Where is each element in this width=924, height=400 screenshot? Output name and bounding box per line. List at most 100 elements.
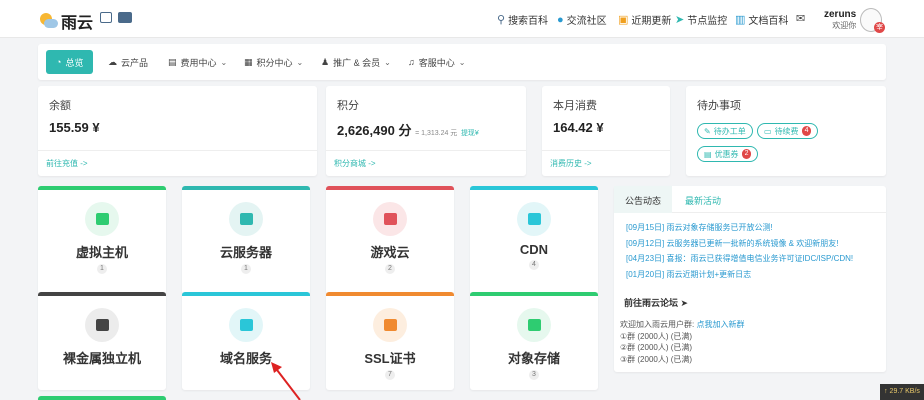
pen-icon: ✎: [704, 126, 711, 136]
balance-label: 余额: [49, 100, 71, 112]
product-title: 云服务器: [219, 245, 272, 260]
todo-label: 待续费: [774, 126, 799, 136]
nav-mail[interactable]: ✉: [796, 12, 805, 25]
book-icon: ▥: [735, 14, 746, 26]
chevron-down-icon: ⌄: [458, 57, 466, 67]
forum-title-text: 前往雨云论坛: [624, 298, 679, 308]
product-title: 虚拟主机: [75, 245, 128, 260]
product-title: 对象存储: [507, 351, 560, 366]
database-icon: [85, 202, 119, 236]
gamepad-icon: [373, 202, 407, 236]
recharge-link[interactable]: 前往充值 ->: [38, 150, 317, 176]
window-icon[interactable]: [100, 12, 112, 23]
product-title: CDN: [519, 242, 549, 257]
news-item[interactable]: [04月23日] 喜报：雨云已获得增值电信业务许可证IDC/ISP/CDN!: [626, 253, 853, 264]
product-card-3[interactable]: CDN 4: [470, 186, 598, 294]
product-card-1[interactable]: 云服务器 1: [182, 186, 310, 294]
product-count: 1: [97, 264, 107, 274]
product-count: 4: [529, 260, 539, 270]
product-card-0[interactable]: 虚拟主机 1: [38, 186, 166, 294]
todo-count-badge: 4: [801, 126, 812, 136]
product-title: 裸金属独立机: [62, 351, 141, 366]
network-icon: [517, 202, 551, 236]
product-title: SSL证书: [364, 351, 416, 366]
points-mall-link[interactable]: 积分商城 ->: [326, 150, 526, 176]
todo-label: 待办工单: [713, 126, 746, 136]
menu-item-3[interactable]: ▦ 积分中心 ⌄: [244, 50, 303, 74]
icon-glyph: [239, 213, 253, 225]
icon-glyph: [383, 319, 397, 331]
weather-logo-icon: [38, 13, 58, 29]
tab-announcements[interactable]: 公告动态: [614, 186, 672, 213]
drop-icon: ●: [557, 13, 564, 26]
news-tabs: 公告动态 最新活动: [614, 186, 886, 213]
cube-icon: [229, 202, 263, 236]
menu-label: 费用中心: [180, 57, 217, 68]
brand-logo[interactable]: 雨云: [38, 9, 93, 33]
id-card-icon[interactable]: [118, 12, 132, 23]
menu-item-1[interactable]: ☁ 云产品: [108, 50, 148, 74]
upload-arrow-icon: ↑: [884, 388, 888, 395]
nav-label: 交流社区: [566, 16, 607, 27]
points-amount: 2,626,490 分: [337, 123, 412, 138]
spend-label: 本月消费: [553, 100, 597, 112]
menu-item-0[interactable]: ◔ 总览: [46, 50, 94, 74]
product-card-partial[interactable]: [38, 396, 166, 400]
nav-交流社区[interactable]: ● 交流社区: [557, 12, 607, 28]
network-speed: ↑ 29.7 KB/s: [880, 384, 924, 400]
menu-item-5[interactable]: ♫ 客服中心 ⌄: [408, 50, 465, 74]
menu-item-4[interactable]: ♟ 推广 & 会员 ⌄: [321, 50, 391, 74]
forum-line: ③群 (2000人) (已满): [620, 354, 692, 365]
menu-label: 客服中心: [418, 57, 455, 68]
join-group-link[interactable]: 点我加入新群: [696, 320, 744, 329]
news-item[interactable]: [09月12日] 云服务器已更新一批新的系统镜像 & 欢迎新朋友!: [626, 238, 838, 249]
withdraw-link[interactable]: 提现¥: [461, 130, 479, 137]
product-card-7[interactable]: 对象存储 3: [470, 292, 598, 390]
server-icon: ▭: [764, 126, 772, 136]
chevron-down-icon: ⌄: [296, 57, 304, 67]
icon-glyph: [95, 319, 109, 331]
balance-value: 155.59 ¥: [49, 120, 100, 135]
chevron-down-icon: ⌄: [384, 57, 391, 67]
nav-文档百科[interactable]: ▥ 文档百科: [735, 12, 788, 27]
product-card-4[interactable]: 裸金属独立机: [38, 292, 166, 390]
forum-title[interactable]: 前往雨云论坛 ➤: [624, 296, 688, 309]
spend-value: 164.42 ¥: [553, 120, 604, 135]
tab-activities[interactable]: 最新活动: [685, 194, 721, 207]
forum-line-text: ③群 (2000人) (已满): [620, 354, 693, 364]
forum-line: ①群 (2000人) (已满): [620, 331, 692, 342]
chip-icon: [85, 308, 119, 342]
news-item[interactable]: [09月15日] 雨云对象存储服务已开放公测!: [626, 222, 773, 233]
news-panel: 公告动态 最新活动 [09月15日] 雨云对象存储服务已开放公测! [09月12日…: [614, 186, 886, 372]
mail-icon: ✉: [796, 13, 806, 25]
menu-label: 云产品: [121, 57, 149, 68]
todo-优惠券[interactable]: ▤ 优惠券 2: [697, 146, 759, 162]
todo-count-badge: 2: [741, 149, 752, 159]
todo-label: 优惠券: [714, 149, 739, 159]
todo-待续费[interactable]: ▭ 待续费 4: [757, 123, 819, 139]
points-card: 积分 2,626,490 分 = 1,313.24 元 提现¥ 积分商城 ->: [326, 86, 526, 176]
todo-待办工单[interactable]: ✎ 待办工单: [697, 123, 753, 139]
spend-history-link[interactable]: 消费历史 ->: [542, 150, 670, 176]
search-icon: ⚲: [497, 14, 506, 26]
product-card-6[interactable]: SSL证书 7: [326, 292, 454, 390]
users-icon: ♟: [321, 56, 330, 67]
send-icon: ➤: [675, 14, 685, 26]
balance-card: 余额 155.59 ¥ 前往充值 ->: [38, 86, 317, 176]
nav-近期更新[interactable]: ▣ 近期更新: [618, 12, 671, 27]
menu-item-2[interactable]: ▤ 费用中心 ⌄: [168, 50, 227, 74]
username: zeruns: [824, 9, 857, 20]
todo-card: 待办事项 ✎ 待办工单 ▭ 待续费 4 ▤ 优惠券 2: [686, 86, 886, 176]
points-cash-note: = 1,313.24 元: [415, 130, 458, 137]
nav-节点监控[interactable]: ➤ 节点监控: [675, 12, 727, 27]
forum-line-text: 欢迎加入雨云用户群:: [620, 320, 697, 329]
news-item[interactable]: [01月20日] 雨云近期计划+更新日志: [626, 269, 751, 280]
product-card-5[interactable]: 域名服务: [182, 292, 310, 390]
product-card-2[interactable]: 游戏云 2: [326, 186, 454, 294]
forum-line: ②群 (2000人) (已满): [620, 342, 692, 353]
avatar[interactable]: 宰: [860, 8, 885, 33]
nav-搜索百科[interactable]: ⚲ 搜索百科: [497, 12, 548, 27]
user-info[interactable]: zeruns 欢迎你: [824, 9, 856, 31]
forum-line-text: ①群 (2000人) (已满): [620, 331, 693, 341]
icon-glyph: [95, 213, 109, 225]
